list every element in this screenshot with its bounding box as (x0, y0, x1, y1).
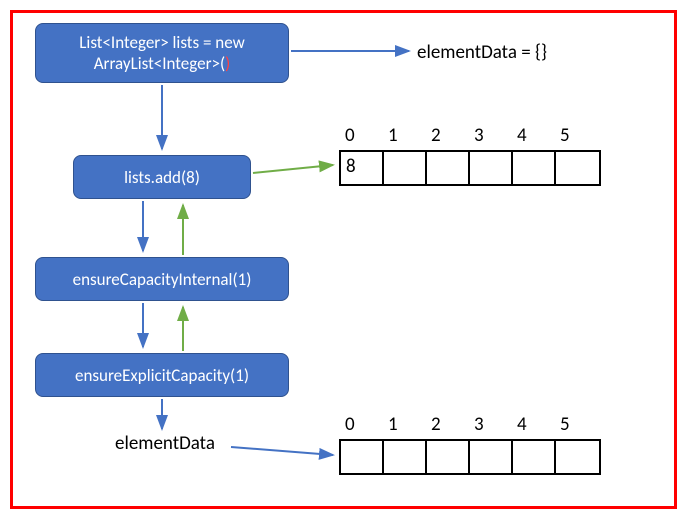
cell: 8 (341, 152, 384, 184)
idx: 3 (470, 124, 513, 147)
cell (556, 441, 599, 473)
array2-indices: 0 1 2 3 4 5 (341, 413, 599, 436)
node-init-line1: List<Integer> lists = new (79, 32, 244, 53)
idx: 2 (427, 124, 470, 147)
idx: 1 (384, 413, 427, 436)
node-add-text: lists.add(8) (124, 167, 200, 188)
idx: 1 (384, 124, 427, 147)
idx: 4 (513, 124, 556, 147)
cell (513, 441, 556, 473)
cell (427, 152, 470, 184)
cell (341, 441, 384, 473)
idx: 0 (341, 413, 384, 436)
label-elementdata-final: elementData (115, 432, 215, 455)
node-add: lists.add(8) (73, 155, 251, 199)
arrow-add-to-array (253, 165, 333, 173)
cell (384, 441, 427, 473)
node-ensure-internal-text: ensureCapacityInternal(1) (73, 269, 252, 290)
arrow-label-to-array2 (231, 447, 333, 455)
cell (513, 152, 556, 184)
cell (427, 441, 470, 473)
node-ensure-internal: ensureCapacityInternal(1) (35, 257, 289, 301)
node-ensure-explicit-text: ensureExplicitCapacity(1) (75, 365, 249, 386)
cell (470, 441, 513, 473)
flow-diagram: List<Integer> lists = new ArrayList<Inte… (10, 10, 677, 509)
array1-cells: 8 (339, 150, 601, 186)
array2-cells (339, 439, 601, 475)
cell (384, 152, 427, 184)
idx: 5 (556, 124, 599, 147)
node-init: List<Integer> lists = new ArrayList<Inte… (35, 23, 289, 83)
node-init-line2a: ArrayList<Integer>( (94, 53, 225, 74)
node-ensure-explicit: ensureExplicitCapacity(1) (35, 353, 289, 397)
idx: 3 (470, 413, 513, 436)
node-init-text: List<Integer> lists = new ArrayList<Inte… (79, 32, 244, 74)
node-init-line2b: ) (225, 53, 230, 74)
idx: 4 (513, 413, 556, 436)
cell (470, 152, 513, 184)
idx: 0 (341, 124, 384, 147)
label-elementdata-init: elementData = {} (417, 41, 547, 64)
cell (556, 152, 599, 184)
idx: 5 (556, 413, 599, 436)
idx: 2 (427, 413, 470, 436)
array1-indices: 0 1 2 3 4 5 (341, 124, 599, 147)
